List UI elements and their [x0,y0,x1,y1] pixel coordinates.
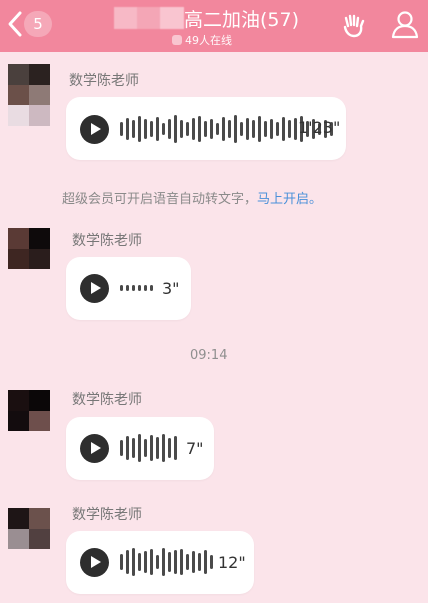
voice-waveform [120,283,153,293]
online-count: 49人在线 [172,32,232,48]
voice-duration: 3" [162,279,180,298]
avatar[interactable] [8,228,50,290]
avatar[interactable] [8,64,50,126]
blurred-title-region [114,7,184,29]
enable-now-link[interactable]: 马上开启。 [257,192,322,207]
play-icon[interactable] [80,115,109,144]
avatar[interactable] [8,508,50,570]
back-icon[interactable] [6,10,24,38]
voice-message-bubble[interactable]: 12" [66,531,254,594]
hand-icon[interactable] [340,12,366,38]
avatar[interactable] [8,390,50,452]
sender-name: 数学陈老师 [72,233,142,249]
voice-to-text-notice: 超级会员可开启语音自动转文字，马上开启。 [62,192,323,207]
voice-message-bubble[interactable]: 1'23" [66,97,346,160]
chat-header: 5 高二加油(57) 49人在线 [0,0,428,52]
group-title-area[interactable]: 高二加油(57) 49人在线 [110,4,320,48]
sender-name: 数学陈老师 [69,73,139,89]
online-icon [172,35,182,45]
voice-duration: 7" [186,439,204,458]
voice-duration: 12" [218,553,246,572]
voice-waveform [120,430,177,466]
play-icon[interactable] [80,274,109,303]
play-icon[interactable] [80,434,109,463]
voice-message-bubble[interactable]: 3" [66,257,191,320]
voice-waveform [120,544,213,580]
voice-message-bubble[interactable]: 7" [66,417,214,480]
message-timestamp: 09:14 [190,348,228,363]
unread-badge[interactable]: 5 [24,11,52,37]
group-title: 高二加油(57) [184,9,300,31]
group-profile-icon[interactable] [390,9,420,39]
play-icon[interactable] [80,548,109,577]
voice-duration: 1'23" [298,118,341,137]
sender-name: 数学陈老师 [72,392,142,408]
sender-name: 数学陈老师 [72,507,142,523]
